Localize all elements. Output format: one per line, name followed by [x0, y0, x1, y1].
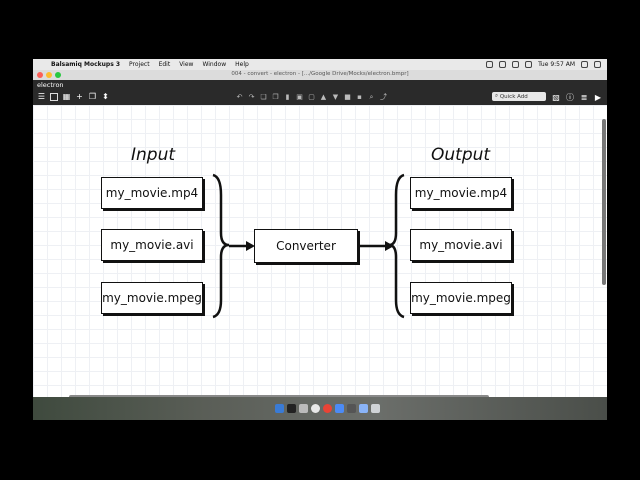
search-icon[interactable]: ⌕: [368, 93, 375, 102]
output-brace: [388, 173, 405, 319]
converter-box[interactable]: Converter: [254, 229, 358, 263]
app-toolbar: electron ☰ ▦ + ❐ ⬍ ↶ ↷ ❏ ❐ ▮ ▣ ▢ ▲ ▼ ■ ▪…: [33, 80, 607, 105]
hamburger-icon[interactable]: ☰: [37, 92, 46, 101]
bring-forward-icon[interactable]: ▲: [320, 93, 327, 101]
redo-icon[interactable]: ↷: [248, 93, 255, 101]
grid-view-icon[interactable]: ▦: [62, 92, 71, 101]
trash-icon[interactable]: ▪: [356, 93, 363, 101]
emoji-icon[interactable]: [311, 404, 320, 413]
menu-project[interactable]: Project: [129, 61, 150, 68]
output-file-box[interactable]: my_movie.mpeg: [410, 282, 512, 314]
quick-add-input[interactable]: ⌕ Quick Add: [492, 92, 546, 101]
panel-toggle-icon[interactable]: [50, 92, 58, 101]
paste-icon[interactable]: ❐: [272, 93, 279, 101]
notes-icon[interactable]: ≣: [580, 93, 588, 102]
input-label: Input: [131, 145, 176, 165]
delete-icon[interactable]: ▮: [284, 93, 291, 101]
app-icon[interactable]: [335, 404, 344, 413]
undo-icon[interactable]: ↶: [236, 93, 243, 101]
input-file-box[interactable]: my_movie.mp4: [101, 177, 203, 209]
terminal-icon[interactable]: [287, 404, 296, 413]
toolbar-left: ☰ ▦ + ❐ ⬍: [37, 92, 110, 101]
balsamiq-icon[interactable]: [347, 404, 356, 413]
project-tab[interactable]: electron: [37, 81, 64, 89]
ungroup-icon[interactable]: ▢: [308, 93, 315, 101]
output-label: Output: [431, 145, 491, 165]
link-icon[interactable]: ⤴: [380, 92, 387, 102]
group-icon[interactable]: ▣: [296, 93, 303, 101]
menu-edit[interactable]: Edit: [159, 61, 171, 68]
menu-window[interactable]: Window: [202, 61, 226, 68]
send-backward-icon[interactable]: ▼: [332, 93, 339, 101]
status-icon[interactable]: [499, 61, 507, 68]
input-brace: [212, 173, 230, 319]
lock-icon[interactable]: ■: [344, 93, 351, 101]
spotlight-icon[interactable]: [581, 61, 588, 68]
toolbar-edit: ↶ ↷ ❏ ❐ ▮ ▣ ▢ ▲ ▼ ■ ▪ ⌕ ⤴: [236, 92, 387, 102]
chrome-icon[interactable]: [323, 404, 332, 413]
trash-icon[interactable]: [371, 404, 380, 413]
quick-add-placeholder: Quick Add: [499, 93, 528, 100]
vertical-scrollbar[interactable]: [602, 119, 606, 285]
menu-view[interactable]: View: [179, 61, 193, 68]
fullscreen-icon[interactable]: ▶: [594, 93, 602, 102]
finder-icon[interactable]: [275, 404, 284, 413]
folder-icon[interactable]: [359, 404, 368, 413]
menu-app-name[interactable]: Balsamiq Mockups 3: [51, 61, 120, 68]
output-file-box[interactable]: my_movie.mp4: [410, 177, 512, 209]
app-screen: Balsamiq Mockups 3 Project Edit View Win…: [33, 59, 607, 420]
add-icon[interactable]: +: [75, 92, 84, 101]
wifi-icon[interactable]: [512, 61, 520, 68]
notification-center-icon[interactable]: [594, 61, 601, 68]
toolbar-right: ▧ ⓘ ≣ ▶: [552, 92, 602, 103]
dock-items: [275, 404, 380, 413]
duplicate-icon[interactable]: ❐: [88, 92, 97, 101]
window-title: 004 - convert - electron - [.../Google D…: [231, 71, 409, 77]
app-icon[interactable]: [299, 404, 308, 413]
input-file-box[interactable]: my_movie.avi: [101, 229, 203, 261]
input-file-box[interactable]: my_movie.mpeg: [101, 282, 203, 314]
macos-menu-bar: Balsamiq Mockups 3 Project Edit View Win…: [33, 59, 607, 70]
copy-icon[interactable]: ❏: [260, 93, 267, 101]
sort-icon[interactable]: ⬍: [101, 92, 110, 101]
info-icon[interactable]: ⓘ: [566, 92, 574, 103]
menu-clock[interactable]: Tue 9:57 AM: [538, 61, 575, 68]
menu-help[interactable]: Help: [235, 61, 249, 68]
sticky-icon[interactable]: ▧: [552, 93, 560, 102]
status-icon[interactable]: [486, 61, 494, 68]
mockup-canvas[interactable]: Input Output my_movie.mp4 my_movie.avi m…: [33, 105, 607, 397]
volume-icon[interactable]: [525, 61, 533, 68]
output-file-box[interactable]: my_movie.avi: [410, 229, 512, 261]
menu-extras: Tue 9:57 AM: [486, 59, 601, 70]
